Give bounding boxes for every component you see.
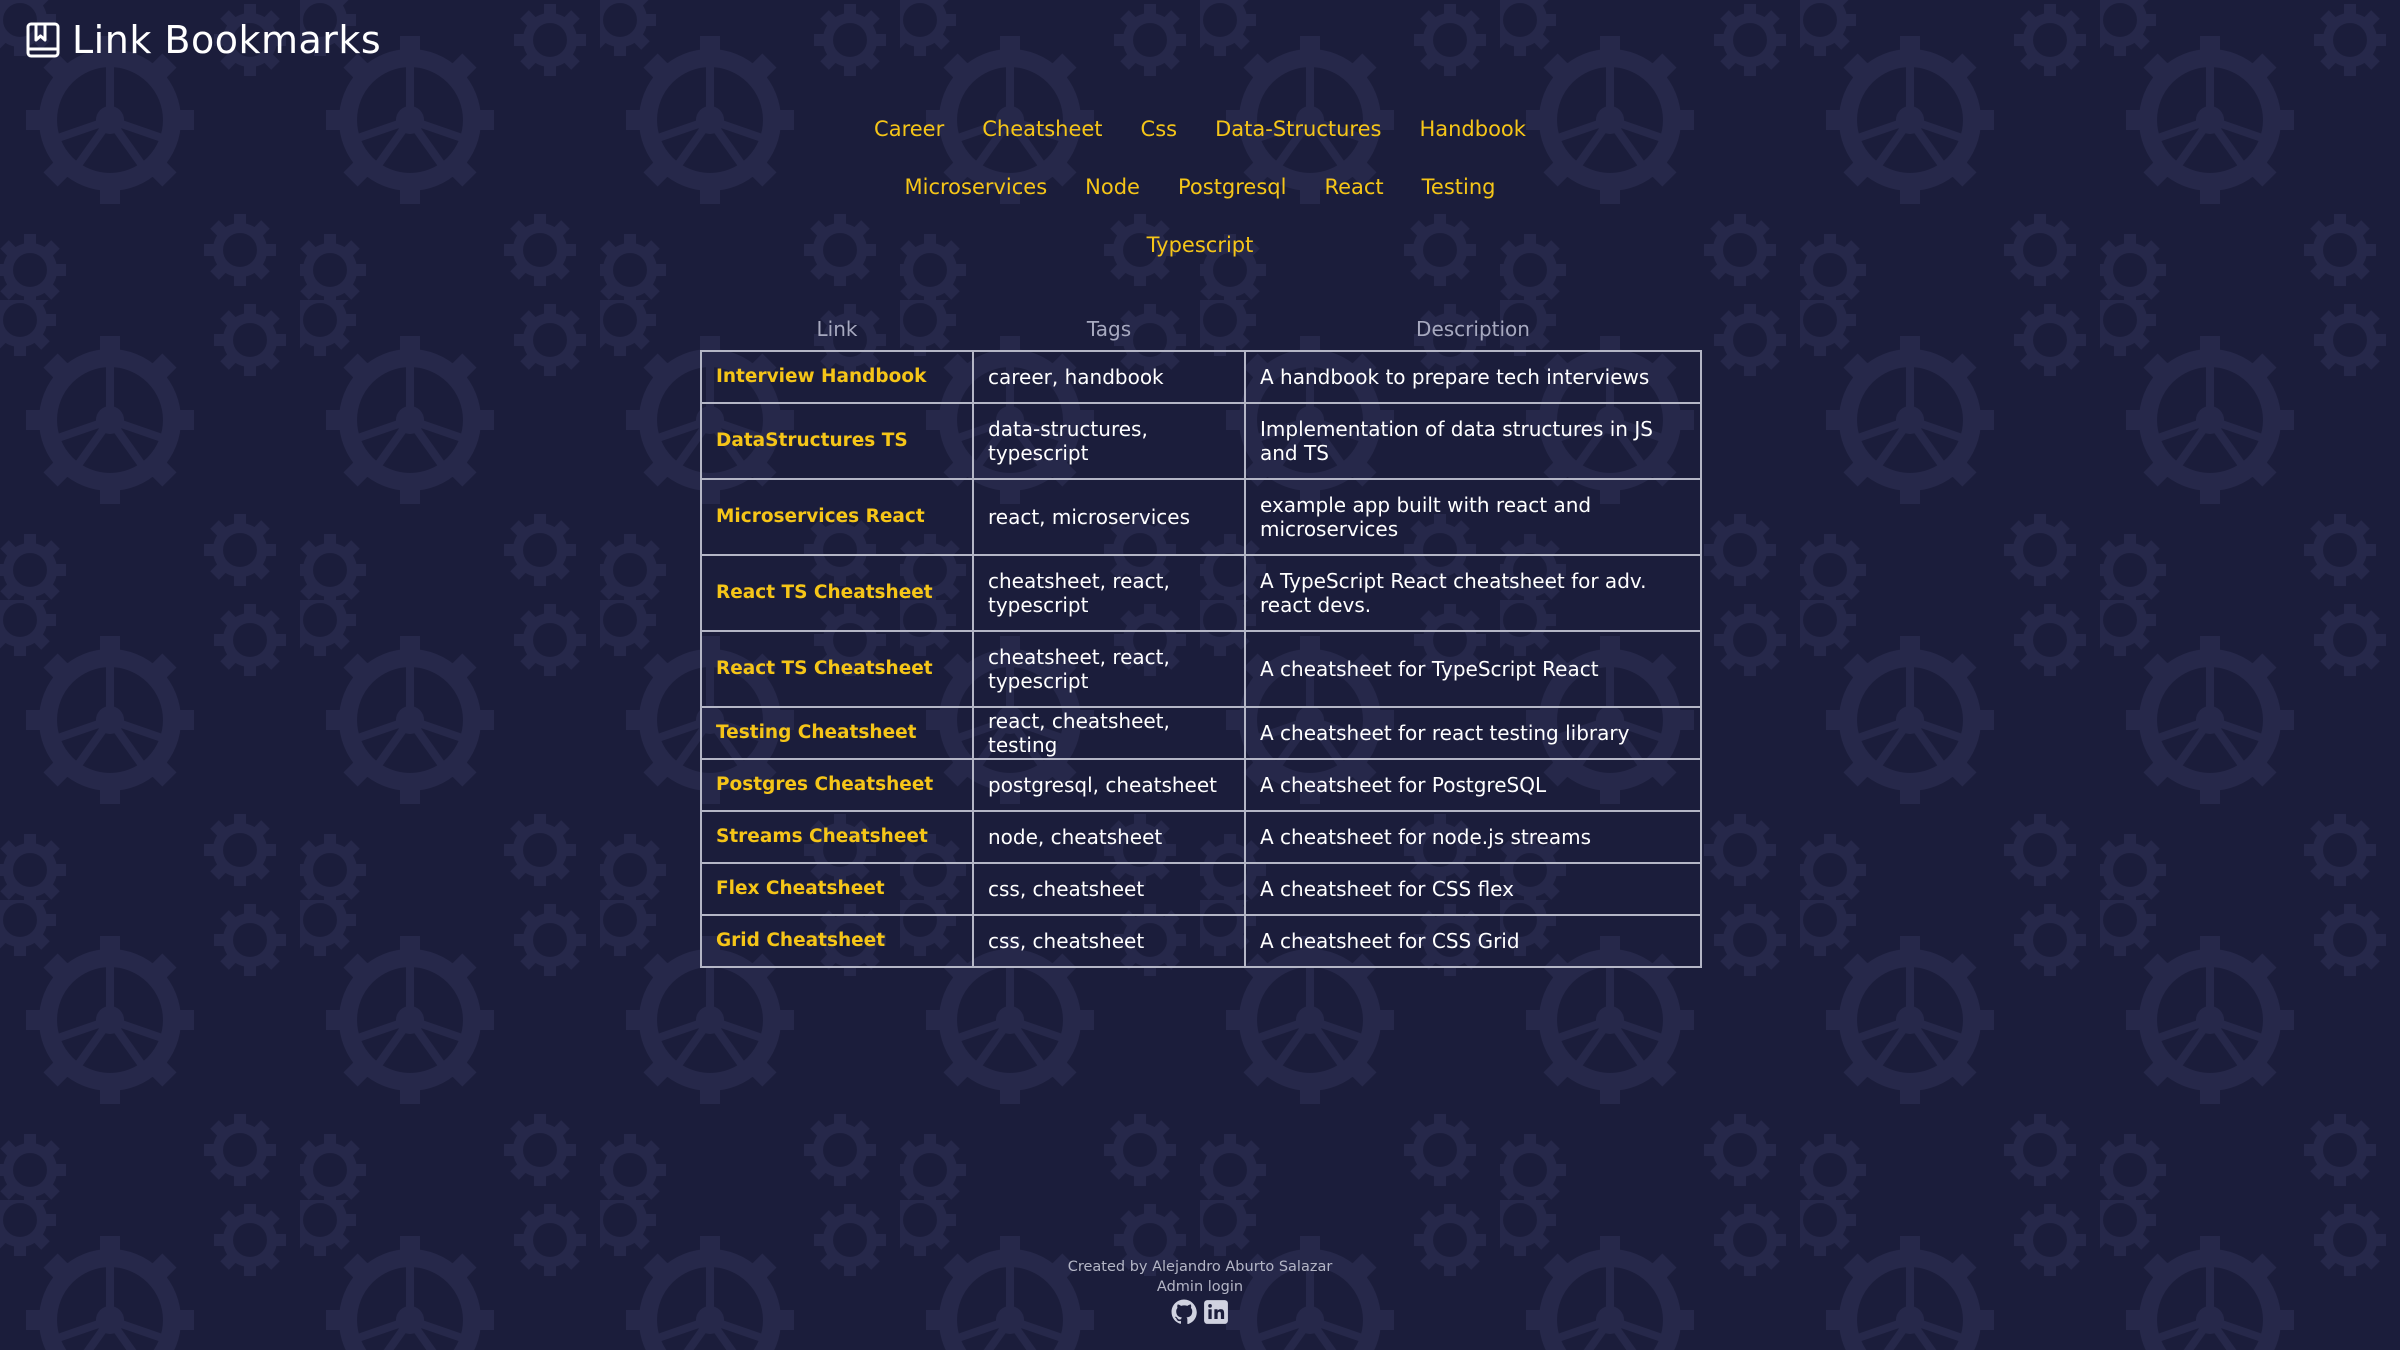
bookmark-link[interactable]: Interview Handbook <box>700 350 974 404</box>
tag-link-microservices[interactable]: Microservices <box>904 175 1047 199</box>
table-row: Postgres Cheatsheet postgresql, cheatshe… <box>700 758 1702 812</box>
admin-login-link[interactable]: Admin login <box>0 1277 2400 1297</box>
footer-social-icons <box>0 1299 2400 1325</box>
bookmark-tags: data-structures, typescript <box>972 402 1246 480</box>
bookmark-link[interactable]: Streams Cheatsheet <box>700 810 974 864</box>
tag-link-handbook[interactable]: Handbook <box>1419 117 1526 141</box>
bookmark-description: Implementation of data structures in JS … <box>1244 402 1702 480</box>
bookmark-tags: cheatsheet, react, typescript <box>972 554 1246 632</box>
column-header-description: Description <box>1416 317 1530 341</box>
column-header-link: Link <box>816 317 858 341</box>
bookmark-link[interactable]: Microservices React <box>700 478 974 556</box>
bookmark-link[interactable]: DataStructures TS <box>700 402 974 480</box>
bookmark-link[interactable]: React TS Cheatsheet <box>700 554 974 632</box>
table-row: Testing Cheatsheet react, cheatsheet, te… <box>700 706 1702 760</box>
page-title: Link Bookmarks <box>72 18 382 62</box>
bookmarks-table: Link Tags Description Interview Handbook… <box>700 308 1702 968</box>
tag-link-typescript[interactable]: Typescript <box>1147 233 1254 257</box>
bookmarks-table-container: Link Tags Description Interview Handbook… <box>700 308 1702 968</box>
tag-link-cheatsheet[interactable]: Cheatsheet <box>982 117 1102 141</box>
table-row: Flex Cheatsheet css, cheatsheet A cheats… <box>700 862 1702 916</box>
table-row: Interview Handbook career, handbook A ha… <box>700 350 1702 404</box>
bookmark-description: A handbook to prepare tech interviews <box>1244 350 1702 404</box>
column-header-tags: Tags <box>1086 317 1132 341</box>
table-row: Microservices React react, microservices… <box>700 478 1702 556</box>
tag-link-career[interactable]: Career <box>874 117 944 141</box>
bookmark-description: A cheatsheet for node.js streams <box>1244 810 1702 864</box>
bookmark-description: A TypeScript React cheatsheet for adv. r… <box>1244 554 1702 632</box>
table-row: Grid Cheatsheet css, cheatsheet A cheats… <box>700 914 1702 968</box>
github-icon[interactable] <box>1171 1299 1197 1325</box>
bookmark-description: example app built with react and microse… <box>1244 478 1702 556</box>
bookmark-description: A cheatsheet for PostgreSQL <box>1244 758 1702 812</box>
bookmark-book-icon <box>26 22 60 58</box>
tag-row-2: Microservices Node Postgresql React Test… <box>0 158 2400 216</box>
tag-filter-nav: Career Cheatsheet Css Data-Structures Ha… <box>0 100 2400 274</box>
tag-link-postgresql[interactable]: Postgresql <box>1178 175 1286 199</box>
bookmark-tags: react, microservices <box>972 478 1246 556</box>
bookmark-tags: css, cheatsheet <box>972 914 1246 968</box>
bookmark-link[interactable]: Flex Cheatsheet <box>700 862 974 916</box>
bookmark-description: A cheatsheet for TypeScript React <box>1244 630 1702 708</box>
tag-link-node[interactable]: Node <box>1085 175 1140 199</box>
table-row: Streams Cheatsheet node, cheatsheet A ch… <box>700 810 1702 864</box>
bookmark-tags: cheatsheet, react, typescript <box>972 630 1246 708</box>
tag-row-3: Typescript <box>0 216 2400 274</box>
linkedin-icon[interactable] <box>1203 1299 1229 1325</box>
bookmark-link[interactable]: React TS Cheatsheet <box>700 630 974 708</box>
footer-credit: Created by Alejandro Aburto Salazar <box>1067 1259 1333 1275</box>
table-row: React TS Cheatsheet cheatsheet, react, t… <box>700 630 1702 708</box>
bookmark-description: A cheatsheet for CSS flex <box>1244 862 1702 916</box>
bookmark-link[interactable]: Grid Cheatsheet <box>700 914 974 968</box>
tag-link-data-structures[interactable]: Data-Structures <box>1215 117 1381 141</box>
table-row: DataStructures TS data-structures, types… <box>700 402 1702 480</box>
tag-link-react[interactable]: React <box>1324 175 1383 199</box>
page-footer: Created by Alejandro Aburto Salazar Admi… <box>0 1257 2400 1325</box>
bookmark-tags: postgresql, cheatsheet <box>972 758 1246 812</box>
bookmark-description: A cheatsheet for react testing library <box>1244 706 1702 760</box>
bookmark-link[interactable]: Testing Cheatsheet <box>700 706 974 760</box>
table-row: React TS Cheatsheet cheatsheet, react, t… <box>700 554 1702 632</box>
tag-link-css[interactable]: Css <box>1141 117 1178 141</box>
bookmark-link[interactable]: Postgres Cheatsheet <box>700 758 974 812</box>
table-header-row: Link Tags Description <box>701 308 1701 351</box>
bookmark-description: A cheatsheet for CSS Grid <box>1244 914 1702 968</box>
tag-row-1: Career Cheatsheet Css Data-Structures Ha… <box>0 100 2400 158</box>
tag-link-testing[interactable]: Testing <box>1422 175 1496 199</box>
app-header: Link Bookmarks <box>26 18 381 62</box>
bookmark-tags: css, cheatsheet <box>972 862 1246 916</box>
bookmark-tags: career, handbook <box>972 350 1246 404</box>
bookmark-tags: node, cheatsheet <box>972 810 1246 864</box>
bookmark-tags: react, cheatsheet, testing <box>972 706 1246 760</box>
